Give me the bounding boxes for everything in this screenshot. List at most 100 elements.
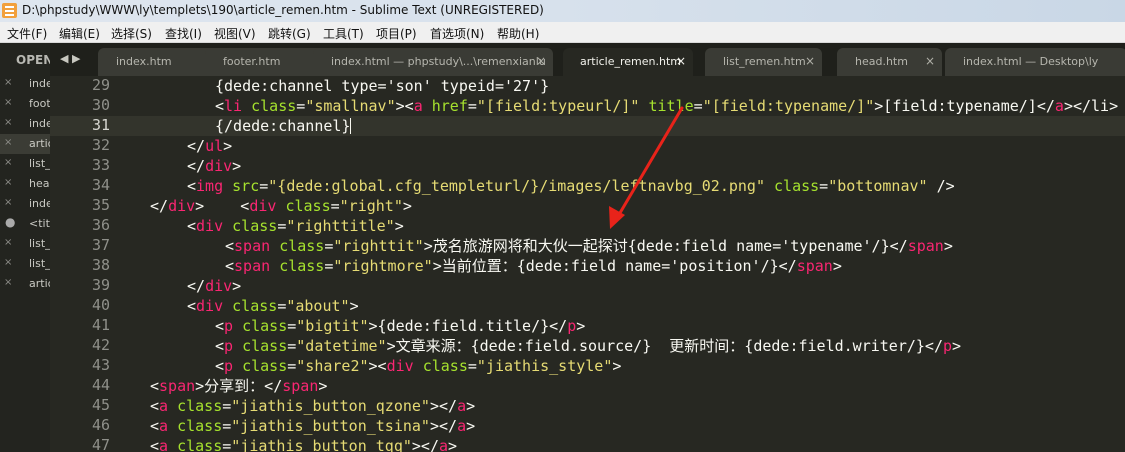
code-token: >: [943, 237, 953, 255]
tab-close-icon[interactable]: ×: [536, 54, 546, 68]
close-icon[interactable]: ×: [4, 257, 12, 268]
code-token: =: [330, 197, 340, 215]
sidebar-open-file[interactable]: ● <titl: [0, 214, 50, 234]
code-line[interactable]: <p class="bigtit">{dede:field.title/}</p…: [215, 316, 585, 336]
code-token: "smallnav": [305, 97, 396, 115]
close-icon[interactable]: ×: [4, 117, 12, 128]
unsaved-dot-icon[interactable]: ●: [5, 215, 15, 229]
sidebar-open-file[interactable]: × inde: [0, 194, 50, 214]
code-line[interactable]: <p class="datetime">文章来源：{dede:field.sou…: [215, 336, 961, 356]
tab-6[interactable]: head.htm ×: [837, 48, 942, 76]
code-line[interactable]: </ul>: [187, 136, 232, 156]
close-icon[interactable]: ×: [4, 157, 12, 168]
close-icon[interactable]: ×: [4, 137, 12, 148]
code-line[interactable]: {dede:channel type='son' typeid='27'}: [215, 76, 549, 96]
line-number: 38: [91, 256, 110, 274]
code-token: =: [277, 297, 287, 315]
sidebar-open-file[interactable]: × list_: [0, 154, 50, 174]
code-editor[interactable]: 29 30 31 32 33 34 35 36 37 38 39 40 41 42 43 44 45 46 47 {…: [50, 76, 1125, 452]
sidebar-open-file[interactable]: × inde: [0, 74, 50, 94]
code-token: span: [907, 237, 944, 255]
sidebar-file-label: inde: [29, 117, 50, 130]
code-line[interactable]: <span class="rightmore">当前位置：{dede:field…: [225, 256, 842, 276]
code-line[interactable]: </div>: [187, 276, 241, 296]
code-token: >: [232, 277, 242, 295]
sidebar-open-file[interactable]: × list_: [0, 254, 50, 274]
sidebar-open-file[interactable]: × list_: [0, 234, 50, 254]
code-line[interactable]: <div class="about">: [187, 296, 359, 316]
code-token: span: [159, 377, 196, 395]
line-number: 39: [91, 276, 110, 294]
open-files-header: OPEN: [16, 53, 50, 67]
code-token: </: [187, 157, 206, 175]
code-line[interactable]: <img src="{dede:global.cfg_templeturl/}/…: [187, 176, 955, 196]
code-line[interactable]: <div class="righttitle">: [187, 216, 404, 236]
tab-3[interactable]: index.html — phpstudy\...\remenxianlu ×: [313, 48, 553, 76]
tab-label: head.htm: [855, 55, 908, 68]
menu-selection[interactable]: 选择(S): [111, 25, 152, 42]
code-token: >: [318, 377, 328, 395]
tab-close-icon[interactable]: ×: [805, 54, 815, 68]
tab-4[interactable]: article_remen.htm ×: [563, 48, 693, 76]
code-line[interactable]: <p class="share2"><div class="jiathis_st…: [215, 356, 621, 376]
menu-view[interactable]: 视图(V): [214, 25, 256, 42]
code-token: "[field:typename/]": [702, 97, 875, 115]
menu-find[interactable]: 查找(I): [165, 25, 202, 42]
menu-help[interactable]: 帮助(H): [497, 25, 539, 42]
code-token: class: [279, 257, 325, 275]
tab-label: list_remen.htm: [723, 55, 806, 68]
close-icon[interactable]: ×: [4, 77, 12, 88]
code-token: ><: [395, 97, 414, 115]
menu-project[interactable]: 项目(P): [376, 25, 417, 42]
line-number: 29: [91, 76, 110, 94]
sidebar-open-file[interactable]: × inde: [0, 114, 50, 134]
sidebar-open-file[interactable]: × foot: [0, 94, 50, 114]
code-token: <: [215, 337, 225, 355]
sidebar-open-file[interactable]: × head: [0, 174, 50, 194]
tab-close-icon[interactable]: ×: [676, 54, 686, 68]
code-token: =: [222, 417, 232, 435]
menu-file[interactable]: 文件(F): [7, 25, 47, 42]
code-token: span: [282, 377, 319, 395]
tab-close-icon[interactable]: ×: [925, 54, 935, 68]
code-line[interactable]: <span class="righttit">茂名旅游网将和大伙一起探讨{ded…: [225, 236, 953, 256]
code-token: =: [467, 97, 477, 115]
tab-label: index.htm: [116, 55, 172, 68]
sidebar-open-file[interactable]: × artic: [0, 274, 50, 294]
close-icon[interactable]: ×: [4, 277, 12, 288]
code-line[interactable]: </div>: [187, 156, 241, 176]
code-token: <: [215, 97, 225, 115]
code-line[interactable]: <a class="jiathis_button_tqq"></a>: [150, 436, 457, 452]
code-line[interactable]: <span>分享到：</span>: [150, 376, 327, 396]
code-token: span: [234, 237, 271, 255]
code-token: >: [952, 337, 962, 355]
code-token: >[field:typename/]</: [874, 97, 1055, 115]
close-icon[interactable]: ×: [4, 177, 12, 188]
sidebar-open-file[interactable]: × artic: [0, 134, 50, 154]
code-token: p: [224, 317, 234, 335]
menu-edit[interactable]: 编辑(E): [59, 25, 100, 42]
menu-goto[interactable]: 跳转(G): [268, 25, 311, 42]
code-line[interactable]: {/dede:channel}: [215, 116, 352, 136]
tab-scroll-arrows[interactable]: ◀ ▶: [60, 52, 80, 65]
code-line[interactable]: <a class="jiathis_button_qzone"></a>: [150, 396, 475, 416]
tab-7[interactable]: index.html — Desktop\ly: [945, 48, 1125, 76]
code-token: </: [150, 197, 169, 215]
menu-preferences[interactable]: 首选项(N): [430, 25, 484, 42]
code-token: >: [349, 297, 359, 315]
title-bar: D:\phpstudy\WWW\ly\templets\190\article_…: [0, 0, 1125, 22]
tab-5[interactable]: list_remen.htm ×: [705, 48, 822, 76]
close-icon[interactable]: ×: [4, 237, 12, 248]
code-token: >当前位置：{dede:field name='position'/}</: [432, 257, 797, 275]
menu-tools[interactable]: 工具(T): [323, 25, 364, 42]
code-token: a: [159, 397, 169, 415]
code-line[interactable]: </div> <div class="right">: [150, 196, 412, 216]
code-line[interactable]: <a class="jiathis_button_tsina"></a>: [150, 416, 475, 436]
close-icon[interactable]: ×: [4, 197, 12, 208]
close-icon[interactable]: ×: [4, 97, 12, 108]
code-token: a: [159, 417, 169, 435]
